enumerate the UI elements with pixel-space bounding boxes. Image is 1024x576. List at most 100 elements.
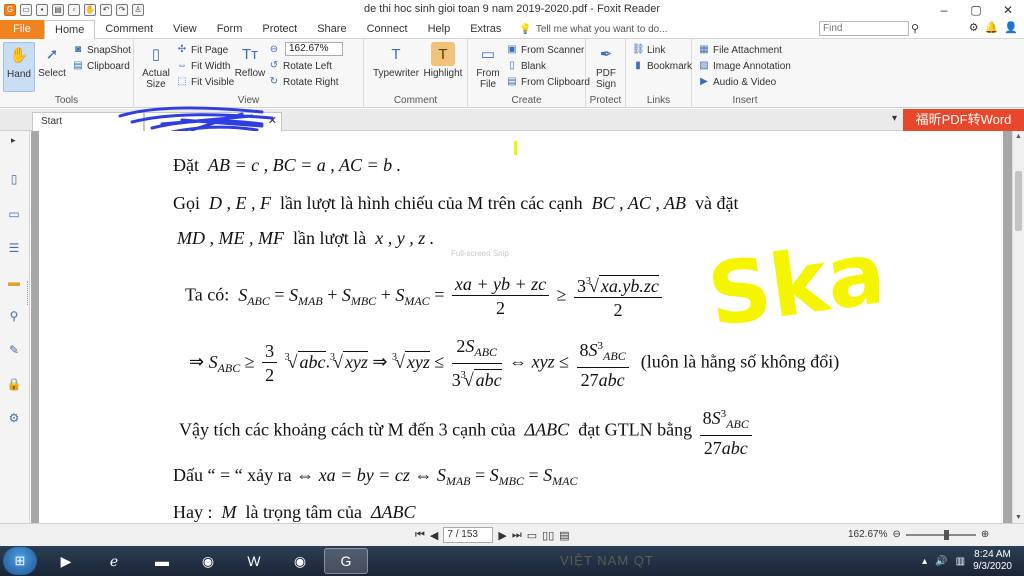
vertical-scrollbar[interactable]: ▲ ▼	[1012, 131, 1024, 523]
tab-view[interactable]: View	[163, 20, 207, 39]
tray-expand-icon[interactable]: ▴	[922, 556, 927, 567]
zoom-in-icon[interactable]: ⊕	[981, 529, 989, 540]
search-panel-icon[interactable]: ⚙	[6, 410, 22, 426]
file-explorer-icon[interactable]: ▬	[140, 548, 184, 574]
signatures-panel-icon[interactable]: ✎	[6, 342, 22, 358]
start-button[interactable]: ⊞	[3, 547, 37, 575]
document-viewport[interactable]: Đặt AB = c , BC = a , AC = b . Gọi D , E…	[31, 131, 1012, 523]
save-icon[interactable]: ▪	[36, 4, 48, 16]
new-icon[interactable]: ▫	[68, 4, 80, 16]
redo-icon[interactable]: ↷	[116, 4, 128, 16]
typewriter-button[interactable]: T Typewriter	[372, 42, 420, 80]
network-icon[interactable]: ▥	[956, 556, 965, 567]
fit-width-button[interactable]: ⇔ Fit Width	[176, 58, 230, 74]
search-icon[interactable]: ⚲	[911, 22, 919, 35]
tab-file[interactable]: File	[0, 19, 44, 39]
page-number-input[interactable]: 7 / 153	[443, 527, 494, 543]
last-page-icon[interactable]: ⏭	[512, 529, 522, 542]
hand-icon[interactable]: ✋	[84, 4, 96, 16]
scroll-up-icon[interactable]: ▲	[1015, 133, 1022, 140]
layers-panel-icon[interactable]: ☰	[6, 240, 22, 256]
pages-panel-icon[interactable]: ▭	[6, 206, 22, 222]
zoom-combo[interactable]: 162.67%	[285, 42, 343, 56]
image-annotation-button[interactable]: ▨ Image Annotation	[698, 58, 791, 74]
from-file-button[interactable]: ▭ From File	[472, 42, 504, 91]
rotate-right-button[interactable]: ↻ Rotate Right	[268, 74, 339, 90]
find-input[interactable]: Find	[819, 21, 909, 36]
panel-resize-grip[interactable]	[27, 281, 30, 305]
pen-icon: ✒	[599, 45, 613, 63]
blank-button[interactable]: ▯ Blank	[506, 58, 546, 74]
clipboard-button[interactable]: ▤ Clipboard	[72, 58, 130, 74]
tab-help[interactable]: Help	[418, 20, 461, 39]
snapshot-button[interactable]: ◙ SnapShot	[72, 42, 131, 58]
chevron-down-icon[interactable]: ▾	[892, 113, 897, 124]
ie-browser-icon[interactable]: ℯ	[92, 548, 136, 574]
tab-comment[interactable]: Comment	[95, 20, 163, 39]
fit-page-button[interactable]: ✣ Fit Page	[176, 42, 228, 58]
next-page-icon[interactable]: ▶	[498, 529, 506, 542]
actual-size-button[interactable]: ▯ Actual Size	[140, 42, 172, 91]
minimize-button[interactable]: –	[928, 0, 960, 20]
audio-video-button[interactable]: ▶ Audio & Video	[698, 74, 776, 90]
settings-icon[interactable]: ⚙	[969, 21, 979, 34]
create-group-label: Create	[511, 95, 542, 106]
expand-arrow-icon[interactable]: ▸	[11, 135, 16, 146]
tab-connect[interactable]: Connect	[357, 20, 418, 39]
tab-home[interactable]: Home	[44, 19, 96, 40]
tab-form[interactable]: Form	[207, 20, 253, 39]
facing-view-icon[interactable]: ▯▯	[542, 529, 554, 542]
continuous-view-icon[interactable]: ▭	[527, 529, 537, 542]
open-icon[interactable]: ▭	[20, 4, 32, 16]
zoom-out-button[interactable]: ⊖	[268, 42, 280, 58]
pdf-file-icon: ▭	[480, 45, 496, 63]
maximize-button[interactable]: ▢	[960, 0, 992, 20]
window-title: de thi hoc sinh gioi toan 9 nam 2019-202…	[364, 3, 660, 15]
zoom-out-icon[interactable]: ⊖	[892, 529, 900, 540]
scroll-thumb[interactable]	[1015, 171, 1022, 231]
tab-share[interactable]: Share	[307, 20, 356, 39]
from-clipboard-button[interactable]: ▤ From Clipboard	[506, 74, 590, 90]
attachments-panel-icon[interactable]: ⚲	[6, 308, 22, 324]
security-lock-icon[interactable]: 🔒	[6, 376, 22, 392]
media-player-icon[interactable]: ▶	[44, 548, 88, 574]
clock[interactable]: 8:24 AM 9/3/2020	[973, 549, 1012, 573]
rotate-left-button[interactable]: ↺ Rotate Left	[268, 58, 332, 74]
file-attachment-button[interactable]: ▦ File Attachment	[698, 42, 782, 58]
prev-page-icon[interactable]: ◀	[430, 529, 438, 542]
from-scanner-button[interactable]: ▣ From Scanner	[506, 42, 584, 58]
first-page-icon[interactable]: ⏮	[415, 529, 425, 542]
line-vay: Vậy tích các khoảng cách từ M đến 3 cạnh…	[179, 403, 755, 460]
tell-me[interactable]: 💡 Tell me what you want to do...	[519, 24, 667, 35]
title-bar: G ▭ ▪ ▤ ▫ ✋ ↶ ↷ ♙ de thi hoc sinh gioi t…	[0, 0, 1024, 20]
hand-button[interactable]: ✋ Hand	[3, 42, 35, 92]
scroll-view-icon[interactable]: ▤	[559, 529, 569, 542]
tab-extras[interactable]: Extras	[460, 20, 511, 39]
highlight-button[interactable]: T Highlight	[422, 42, 464, 79]
scroll-down-icon[interactable]: ▼	[1015, 514, 1022, 521]
pdf-sign-button[interactable]: ✒ PDF Sign	[590, 42, 622, 91]
foxit-reader-taskbar-icon[interactable]: G	[324, 548, 368, 574]
fit-visible-button[interactable]: ⬚ Fit Visible	[176, 74, 234, 90]
word-icon[interactable]: W	[232, 548, 276, 574]
link-button[interactable]: ⛓ Link	[632, 42, 665, 58]
select-button[interactable]: ➚ Select	[36, 42, 68, 80]
blank-page-icon: ▯	[509, 60, 515, 71]
comments-panel-icon[interactable]: ▬	[6, 274, 22, 290]
chrome-profile-icon[interactable]: ◉	[278, 548, 322, 574]
user-icon[interactable]: 👤	[1004, 21, 1018, 34]
bookmark-button[interactable]: ▮ Bookmark	[632, 58, 692, 74]
zoom-slider-knob[interactable]	[943, 529, 949, 540]
promo-banner[interactable]: 福昕PDF转Word	[903, 109, 1024, 131]
reflow-button[interactable]: Tт Reflow	[234, 42, 266, 80]
bell-icon[interactable]: 🔔	[985, 21, 999, 34]
print-icon[interactable]: ▤	[52, 4, 64, 16]
stamp-icon[interactable]: ♙	[132, 4, 144, 16]
volume-icon[interactable]: 🔊	[935, 556, 947, 567]
close-button[interactable]: ✕	[992, 0, 1024, 20]
undo-icon[interactable]: ↶	[100, 4, 112, 16]
zoom-slider[interactable]	[905, 529, 976, 540]
chrome-icon[interactable]: ◉	[186, 548, 230, 574]
bookmark-panel-icon[interactable]: ▯	[6, 171, 22, 187]
tab-protect[interactable]: Protect	[252, 20, 307, 39]
